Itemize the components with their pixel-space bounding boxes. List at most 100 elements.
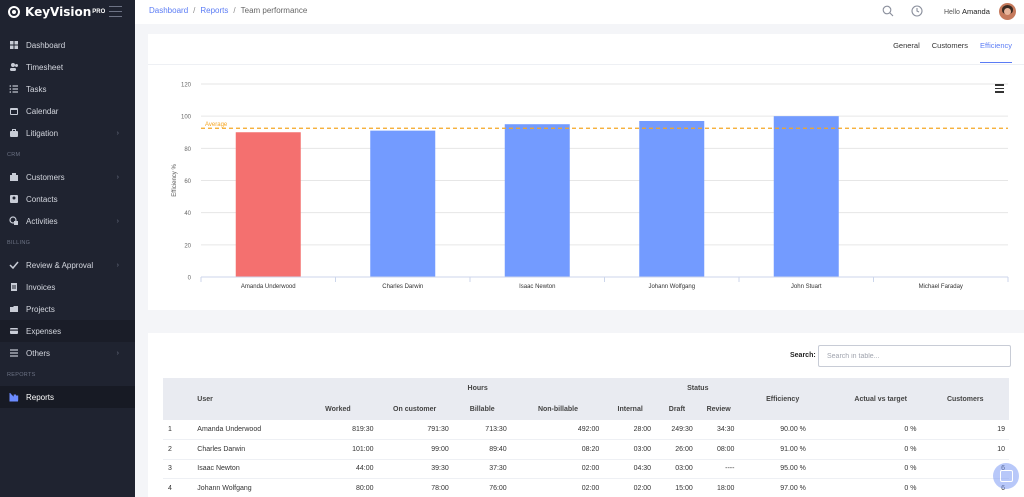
table-row[interactable]: 3 Isaac Newton 44:00 39:30 37:30 02:00 04:30 03… <box>163 459 1009 479</box>
col-efficiency[interactable]: Efficiency <box>739 378 826 420</box>
sidebar-item-label: Review & Approval <box>26 260 94 270</box>
sidebar-item-reports[interactable]: Reports <box>0 386 135 408</box>
activities-icon <box>9 216 19 226</box>
col-customers[interactable]: Customers <box>921 378 1009 420</box>
cell-review[interactable]: 08:00 <box>697 439 740 460</box>
cell-draft[interactable]: 15:00 <box>656 478 698 497</box>
cell-review[interactable]: 18:00 <box>697 478 740 497</box>
cell-internal: 04:30 <box>604 459 657 479</box>
table-row[interactable]: 2 Charles Darwin 101:00 99:00 89:40 08:20 03:0… <box>163 439 1009 460</box>
sidebar-item-tasks[interactable]: Tasks <box>0 78 135 100</box>
cell-review: ---- <box>697 459 740 479</box>
group-status: Status <box>656 378 740 399</box>
col-user[interactable]: User <box>181 378 300 420</box>
x-tick-label: Amanda Underwood <box>241 284 296 290</box>
cell-efficiency: 95.00 % <box>739 459 826 479</box>
x-tick-label: Charles Darwin <box>382 284 423 290</box>
y-tick-label: 80 <box>184 147 191 153</box>
chart-menu-icon[interactable] <box>995 84 1004 95</box>
cell-draft[interactable]: 26:00 <box>656 439 698 460</box>
breadcrumb-dashboard[interactable]: Dashboard <box>149 6 188 15</box>
breadcrumb-reports[interactable]: Reports <box>200 6 228 15</box>
sidebar-item-projects[interactable]: Projects <box>0 298 135 320</box>
sidebar-item-contacts[interactable]: Contacts <box>0 188 135 210</box>
sidebar-item-customers[interactable]: Customers › <box>0 166 135 188</box>
sidebar-item-calendar[interactable]: Calendar <box>0 100 135 122</box>
col-internal[interactable]: Internal <box>604 399 657 420</box>
col-worked[interactable]: Worked <box>299 399 377 420</box>
chevron-right-icon: › <box>116 173 119 181</box>
sidebar-item-litigation[interactable]: Litigation › <box>0 122 135 144</box>
cell-internal: 28:00 <box>604 420 657 440</box>
sidebar-item-label: Tasks <box>26 84 47 94</box>
cell-review[interactable]: 34:30 <box>697 420 740 440</box>
y-axis-label: Efficiency % <box>172 164 178 197</box>
col-actual-vs-target[interactable]: Actual vs target <box>825 378 922 420</box>
sidebar-item-timesheet[interactable]: Timesheet <box>0 56 135 78</box>
cell-non-billable: 08:20 <box>511 439 605 460</box>
cell-customers: 10 <box>921 439 1009 460</box>
col-non-billable[interactable]: Non-billable <box>511 399 605 420</box>
menu-toggle-icon[interactable] <box>109 6 122 21</box>
row-index: 3 <box>163 459 182 479</box>
cell-worked[interactable]: 80:00 <box>299 478 377 497</box>
table-search-input[interactable] <box>818 345 1011 367</box>
sidebar-item-review-approval[interactable]: Review & Approval › <box>0 254 135 276</box>
cell-billable: 89:40 <box>452 439 512 460</box>
cell-non-billable: 02:00 <box>511 459 605 479</box>
list-icon <box>9 348 19 358</box>
sidebar-item-label: Reports <box>26 392 55 402</box>
cell-internal: 03:00 <box>604 439 657 460</box>
cell-billable: 713:30 <box>452 420 512 440</box>
chevron-right-icon: › <box>116 261 119 269</box>
cell-billable: 37:30 <box>452 459 512 479</box>
avatar[interactable] <box>999 3 1016 20</box>
logo-icon <box>8 6 20 18</box>
clock-icon[interactable] <box>911 5 923 17</box>
chevron-right-icon: › <box>116 349 119 357</box>
chat-launcher-icon[interactable] <box>993 463 1019 489</box>
cell-actual-vs-target: 0 % <box>825 478 922 497</box>
x-tick-label: John Stuart <box>791 284 822 290</box>
breadcrumb-current: Team performance <box>240 6 308 15</box>
cell-on-customer: 78:00 <box>376 478 453 497</box>
table-row[interactable]: 1 Amanda Underwood 819:30 791:30 713:30 492:0… <box>163 420 1009 440</box>
contact-icon <box>9 194 19 204</box>
sidebar-item-dashboard[interactable]: Dashboard <box>0 34 135 56</box>
tasks-icon <box>9 84 19 94</box>
app-name: KeyVision <box>25 5 92 19</box>
col-billable[interactable]: Billable <box>452 399 512 420</box>
group-hours: Hours <box>299 378 657 399</box>
cell-worked[interactable]: 101:00 <box>299 439 377 460</box>
cell-worked[interactable]: 44:00 <box>299 459 377 479</box>
cell-draft[interactable]: 03:00 <box>656 459 698 479</box>
bar <box>639 120 705 277</box>
chart-icon <box>9 392 19 402</box>
row-index: 2 <box>163 439 182 460</box>
sidebar-item-invoices[interactable]: Invoices <box>0 276 135 298</box>
col-review[interactable]: Review <box>697 399 740 420</box>
col-draft[interactable]: Draft <box>656 399 698 420</box>
sidebar-section-reports: REPORTS <box>7 372 36 378</box>
sidebar-section-crm: CRM <box>7 152 21 158</box>
y-tick-label: 40 <box>184 211 191 217</box>
sidebar-item-activities[interactable]: Activities › <box>0 210 135 232</box>
sidebar-item-label: Dashboard <box>26 40 66 50</box>
cell-worked[interactable]: 819:30 <box>299 420 377 440</box>
search-icon[interactable] <box>882 5 894 17</box>
search-label: Search: <box>790 352 816 359</box>
sidebar-item-others[interactable]: Others › <box>0 342 135 364</box>
y-tick-label: 100 <box>181 115 192 121</box>
invoice-icon <box>9 282 19 292</box>
y-tick-label: 20 <box>184 243 191 249</box>
y-tick-label: 0 <box>188 276 192 282</box>
cell-draft[interactable]: 249:30 <box>656 420 698 440</box>
sidebar-item-expenses[interactable]: Expenses <box>0 320 135 342</box>
folder-icon <box>9 304 19 314</box>
table-row[interactable]: 4 Johann Wolfgang 80:00 78:00 76:00 02:00 02:0… <box>163 478 1009 497</box>
cell-customers: 19 <box>921 420 1009 440</box>
col-on-customer[interactable]: On customer <box>376 399 453 420</box>
user-name: Amanda <box>961 7 990 16</box>
sidebar-item-label: Projects <box>26 304 55 314</box>
sidebar-item-label: Calendar <box>26 106 59 116</box>
